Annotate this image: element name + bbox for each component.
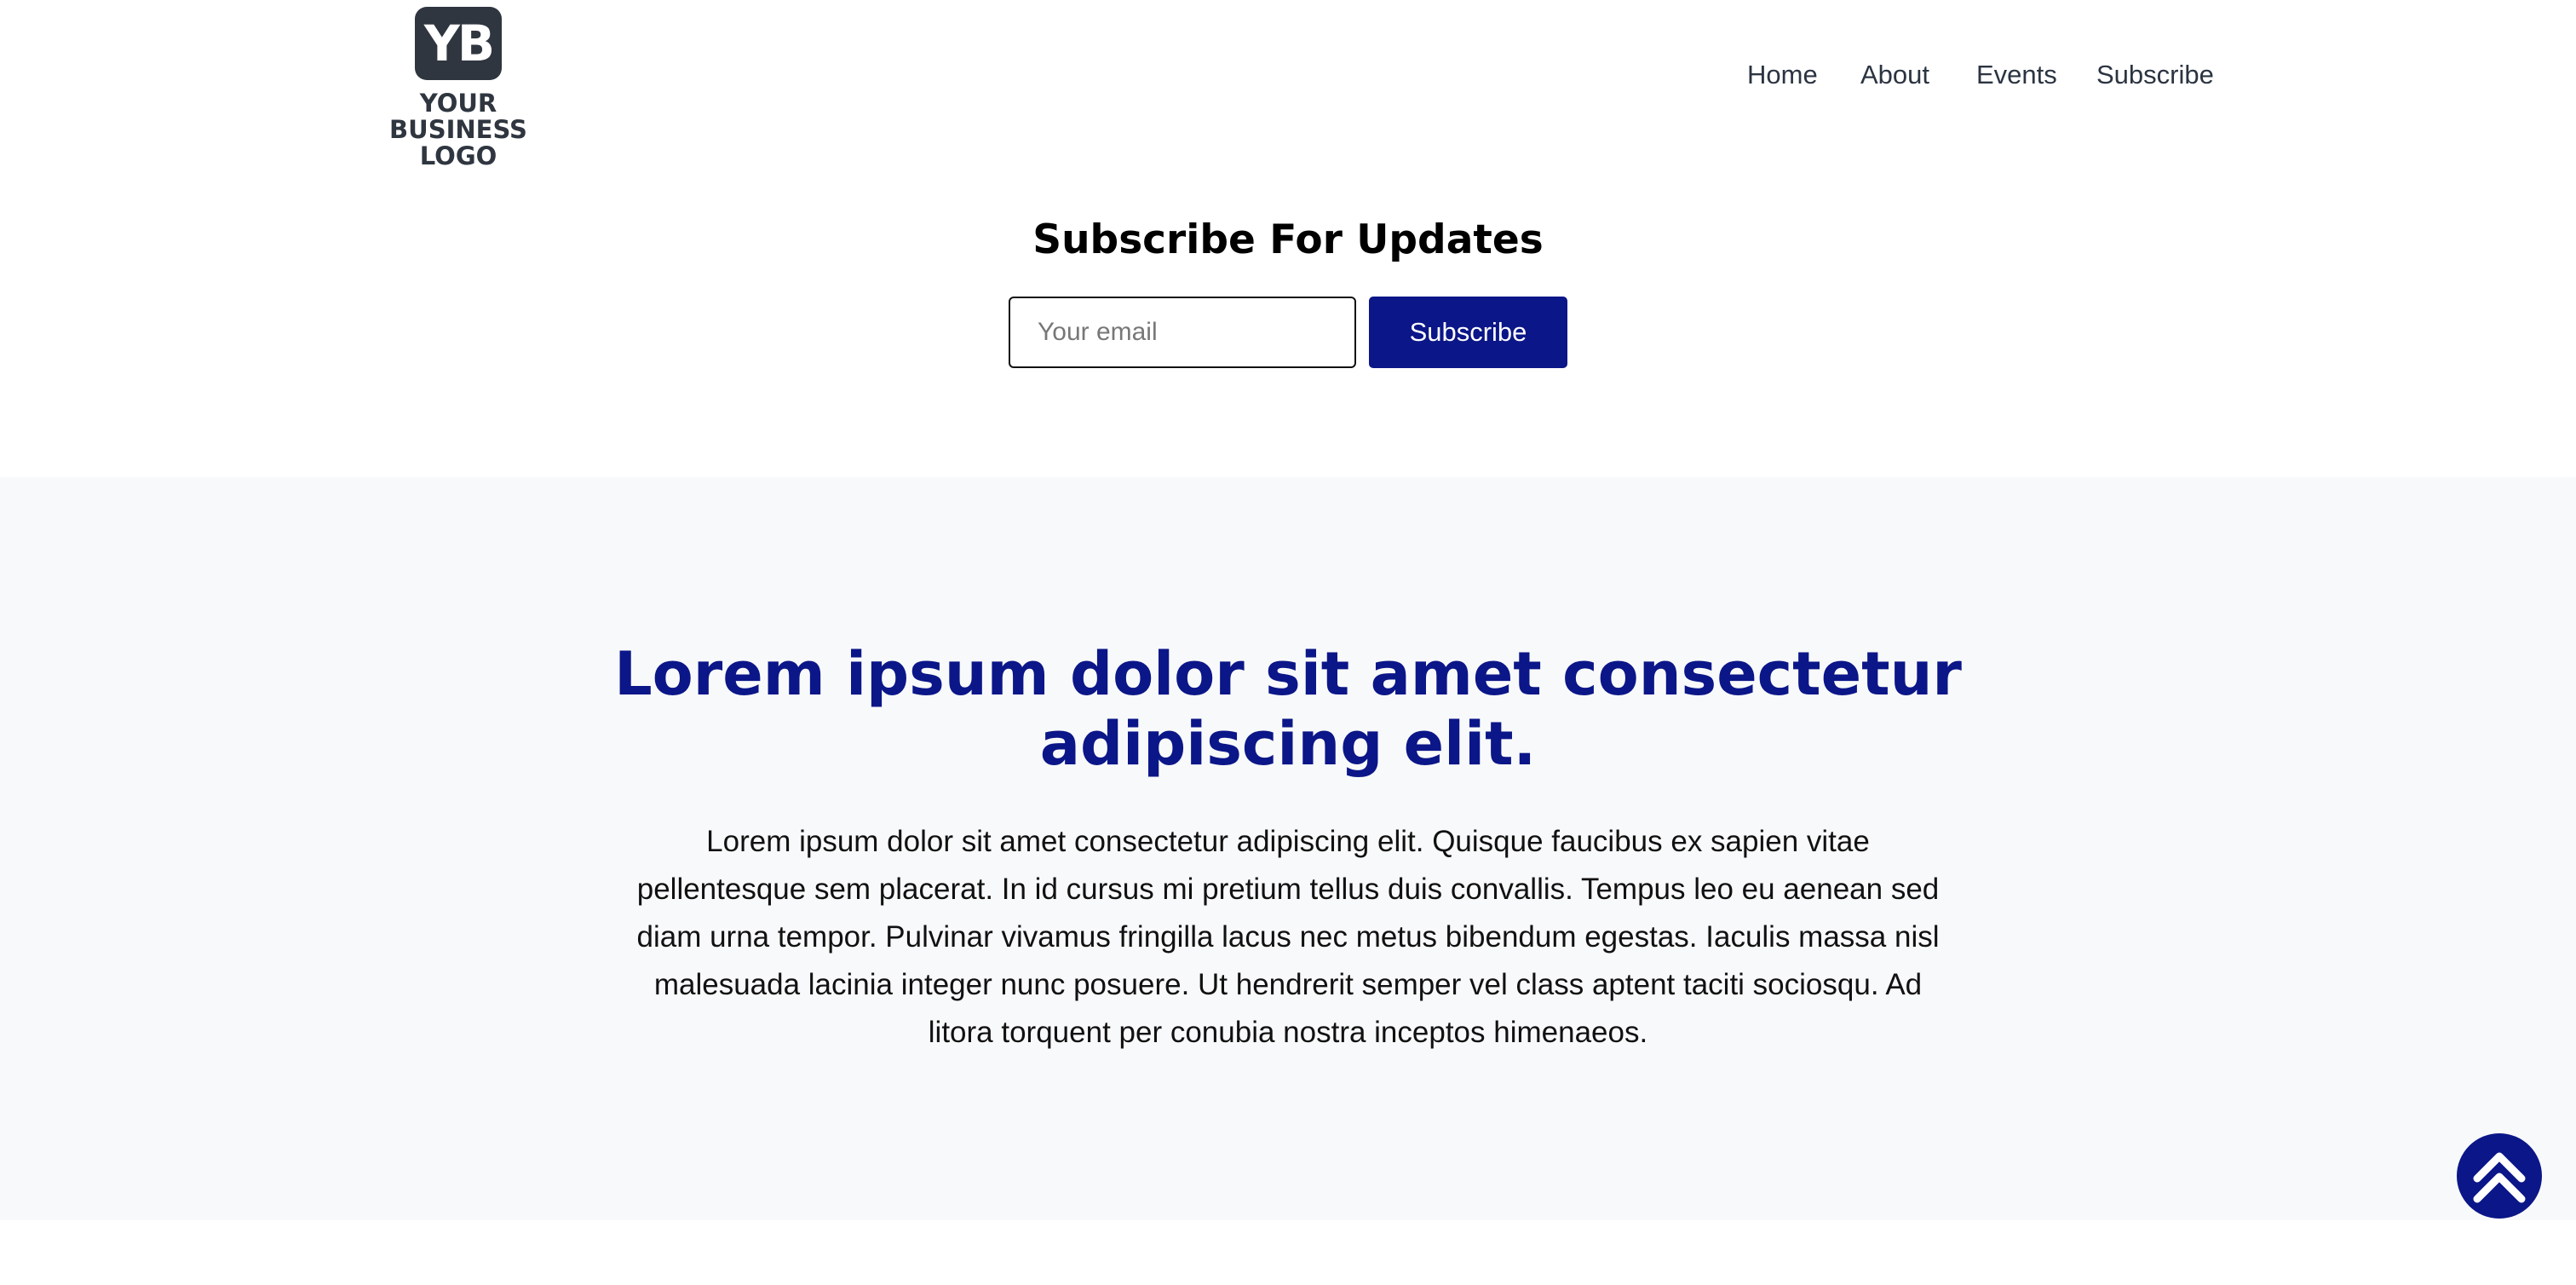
subscribe-section: Subscribe For Updates Subscribe [0, 205, 2576, 375]
email-input[interactable] [1009, 297, 1356, 368]
nav-home[interactable]: Home [1747, 60, 1818, 90]
subscribe-title: Subscribe For Updates [1032, 216, 1544, 263]
site-header: YB YOUR BUSINESS LOGO Home About Events … [0, 0, 2576, 170]
nav-subscribe[interactable]: Subscribe [2096, 60, 2214, 90]
double-chevron-up-icon [2473, 1152, 2526, 1203]
main-nav: Home About Events Subscribe [1729, 60, 2223, 94]
nav-about[interactable]: About [1860, 60, 1929, 90]
logo-badge: YB [415, 7, 502, 80]
subscribe-button[interactable]: Subscribe [1369, 297, 1567, 368]
back-to-top-button[interactable] [2457, 1133, 2542, 1219]
hero-body: Lorem ipsum dolor sit amet consectetur a… [636, 825, 1940, 1049]
hero-title: Lorem ipsum dolor sit amet consectetur a… [614, 639, 1962, 779]
business-logo[interactable]: YB YOUR BUSINESS LOGO [361, 7, 555, 170]
logo-initials: YB [423, 14, 495, 72]
hero-section: Lorem ipsum dolor sit amet consectetur a… [0, 477, 2576, 1220]
nav-events[interactable]: Events [1976, 60, 2057, 90]
page: YB YOUR BUSINESS LOGO Home About Events … [0, 0, 2576, 1285]
logo-text: YOUR BUSINESS LOGO [389, 89, 527, 170]
